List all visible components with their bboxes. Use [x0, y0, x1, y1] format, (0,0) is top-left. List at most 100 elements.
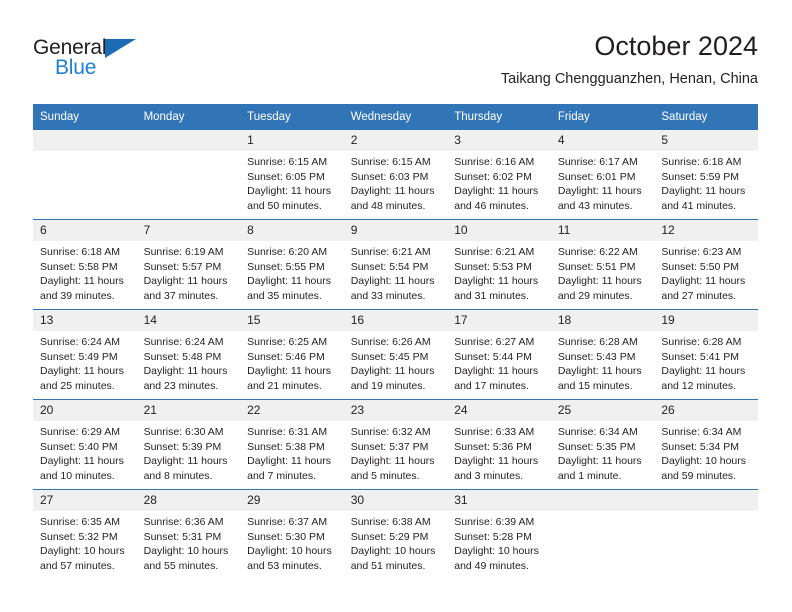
calendar-day-cell[interactable]: 6 Sunrise: 6:18 AM Sunset: 5:58 PM Daylight…: [33, 219, 137, 310]
calendar-day-cell[interactable]: 23 Sunrise: 6:32 AM Sunset: 5:37 PM Dayligh…: [343, 399, 448, 490]
sunset-text: Sunset: 5:40 PM: [40, 440, 118, 453]
calendar-day-cell[interactable]: 11 Sunrise: 6:22 AM Sunset: 5:51 PM Dayligh…: [550, 219, 655, 310]
daylight-text: Daylight: 11 hours: [454, 185, 539, 198]
sunrise-text: Sunrise: 6:24 AM: [143, 336, 224, 348]
calendar-day-cell[interactable]: 31 Sunrise: 6:39 AM Sunset: 5:28 PM Dayligh…: [447, 489, 551, 579]
day-number: 29: [240, 490, 344, 511]
calendar-day-cell[interactable]: 28 Sunrise: 6:36 AM Sunset: 5:31 PM Dayligh…: [136, 489, 241, 579]
title-block: October 2024 Taikang Chengguanzhen, Hena…: [501, 30, 758, 88]
day-details: Sunrise: 6:36 AM Sunset: 5:31 PM Daylight:…: [137, 511, 241, 573]
day-details: Sunrise: 6:19 AM Sunset: 5:57 PM Daylight:…: [137, 241, 241, 303]
sunrise-text: Sunrise: 6:25 AM: [247, 336, 328, 348]
calendar-day-cell[interactable]: 24 Sunrise: 6:33 AM Sunset: 5:36 PM Dayligh…: [447, 399, 551, 490]
calendar-day-cell[interactable]: 19 Sunrise: 6:28 AM Sunset: 5:41 PM Dayligh…: [654, 309, 758, 400]
day-number: [550, 490, 655, 511]
daylight-text: and 29 minutes.: [557, 289, 633, 302]
sunrise-text: Sunrise: 6:26 AM: [350, 336, 431, 348]
daylight-text: Daylight: 11 hours: [454, 455, 539, 468]
sunset-text: Sunset: 5:32 PM: [40, 530, 118, 543]
calendar-day-cell[interactable]: 18 Sunrise: 6:28 AM Sunset: 5:43 PM Dayligh…: [550, 309, 655, 400]
day-number: 7: [136, 220, 241, 241]
daylight-text: and 50 minutes.: [247, 199, 322, 212]
sunset-text: Sunset: 5:49 PM: [40, 350, 118, 363]
calendar-day-cell[interactable]: 25 Sunrise: 6:34 AM Sunset: 5:35 PM Dayligh…: [550, 399, 655, 490]
calendar-day-cell[interactable]: 1 Sunrise: 6:15 AM Sunset: 6:05 PM Daylight…: [240, 130, 344, 220]
calendar-day-cell[interactable]: 29 Sunrise: 6:37 AM Sunset: 5:30 PM Dayligh…: [240, 489, 344, 579]
daylight-text: and 5 minutes.: [350, 469, 420, 482]
sunset-text: Sunset: 5:30 PM: [247, 530, 325, 543]
calendar-day-cell[interactable]: 14 Sunrise: 6:24 AM Sunset: 5:48 PM Dayligh…: [136, 309, 241, 400]
calendar-day-cell[interactable]: 9 Sunrise: 6:21 AM Sunset: 5:54 PM Daylight…: [343, 219, 448, 310]
daylight-text: Daylight: 11 hours: [247, 365, 331, 378]
daylight-text: and 46 minutes.: [454, 199, 529, 212]
sunrise-text: Sunrise: 6:35 AM: [40, 516, 120, 528]
sunset-text: Sunset: 5:36 PM: [454, 440, 532, 453]
calendar-day-cell-empty: [33, 130, 137, 220]
day-number: 28: [136, 490, 241, 511]
daylight-text: and 57 minutes.: [40, 559, 115, 572]
location-subtitle: Taikang Chengguanzhen, Henan, China: [500, 71, 758, 87]
calendar-day-cell[interactable]: 2 Sunrise: 6:15 AM Sunset: 6:03 PM Daylight…: [343, 130, 448, 220]
daylight-text: and 25 minutes.: [40, 379, 115, 392]
calendar-day-cell[interactable]: 20 Sunrise: 6:29 AM Sunset: 5:40 PM Dayligh…: [33, 399, 137, 490]
sunset-text: Sunset: 5:28 PM: [454, 530, 532, 543]
daylight-text: Daylight: 11 hours: [247, 185, 331, 198]
calendar-day-cell[interactable]: 22 Sunrise: 6:31 AM Sunset: 5:38 PM Dayligh…: [240, 399, 344, 490]
calendar-day-cell[interactable]: 16 Sunrise: 6:26 AM Sunset: 5:45 PM Dayligh…: [343, 309, 448, 400]
sunset-text: Sunset: 5:54 PM: [350, 260, 429, 273]
calendar-day-cell[interactable]: 30 Sunrise: 6:38 AM Sunset: 5:29 PM Dayligh…: [343, 489, 448, 579]
daylight-text: Daylight: 10 hours: [350, 545, 436, 558]
day-number: 4: [550, 130, 655, 151]
daylight-text: Daylight: 11 hours: [557, 365, 642, 378]
daylight-text: and 43 minutes.: [557, 199, 633, 212]
sunrise-text: Sunrise: 6:27 AM: [454, 336, 535, 348]
calendar-day-cell[interactable]: 10 Sunrise: 6:21 AM Sunset: 5:53 PM Dayligh…: [447, 219, 551, 310]
calendar-day-cell[interactable]: 5 Sunrise: 6:18 AM Sunset: 5:59 PM Daylight…: [654, 130, 758, 220]
calendar-day-cell[interactable]: 13 Sunrise: 6:24 AM Sunset: 5:49 PM Dayligh…: [33, 309, 137, 400]
daylight-text: and 3 minutes.: [454, 469, 524, 482]
sunrise-text: Sunrise: 6:18 AM: [40, 246, 120, 258]
calendar-day-cell[interactable]: 21 Sunrise: 6:30 AM Sunset: 5:39 PM Dayligh…: [136, 399, 241, 490]
calendar-day-cell[interactable]: 26 Sunrise: 6:34 AM Sunset: 5:34 PM Dayligh…: [654, 399, 758, 490]
daylight-text: Daylight: 10 hours: [40, 545, 125, 558]
daylight-text: and 41 minutes.: [661, 199, 737, 212]
daylight-text: and 55 minutes.: [143, 559, 219, 572]
calendar-day-cell[interactable]: 27 Sunrise: 6:35 AM Sunset: 5:32 PM Dayligh…: [33, 489, 137, 579]
day-number: 16: [343, 310, 448, 331]
calendar-day-cell[interactable]: 3 Sunrise: 6:16 AM Sunset: 6:02 PM Daylight…: [447, 130, 551, 220]
weekday-header-sunday: Sunday: [33, 104, 137, 130]
daylight-text: and 48 minutes.: [350, 199, 426, 212]
sunset-text: Sunset: 5:58 PM: [40, 260, 118, 273]
daylight-text: Daylight: 10 hours: [143, 545, 229, 558]
weekday-header-monday: Monday: [136, 104, 241, 130]
day-details: Sunrise: 6:34 AM Sunset: 5:34 PM Daylight:…: [654, 421, 758, 483]
day-details: Sunrise: 6:24 AM Sunset: 5:48 PM Daylight:…: [137, 331, 241, 393]
daylight-text: and 33 minutes.: [350, 289, 426, 302]
calendar-day-cell[interactable]: 12 Sunrise: 6:23 AM Sunset: 5:50 PM Dayligh…: [654, 219, 758, 310]
sunset-text: Sunset: 5:29 PM: [350, 530, 429, 543]
calendar-body: 1 Sunrise: 6:15 AM Sunset: 6:05 PM Daylight…: [33, 130, 758, 579]
calendar-day-cell[interactable]: 17 Sunrise: 6:27 AM Sunset: 5:44 PM Dayligh…: [447, 309, 551, 400]
day-details: Sunrise: 6:28 AM Sunset: 5:43 PM Daylight:…: [551, 331, 655, 393]
day-number: 25: [550, 400, 655, 421]
calendar-day-cell[interactable]: 15 Sunrise: 6:25 AM Sunset: 5:46 PM Dayligh…: [240, 309, 344, 400]
daylight-text: and 17 minutes.: [454, 379, 529, 392]
calendar-page: General Blue October 2024 Taikang Chengg…: [0, 0, 792, 612]
sunrise-text: Sunrise: 6:39 AM: [454, 516, 535, 528]
weekday-header-row: Sunday Monday Tuesday Wednesday Thursday…: [33, 104, 758, 130]
daylight-text: and 51 minutes.: [350, 559, 426, 572]
sunrise-text: Sunrise: 6:17 AM: [557, 156, 638, 168]
daylight-text: and 8 minutes.: [143, 469, 213, 482]
day-details: Sunrise: 6:31 AM Sunset: 5:38 PM Daylight:…: [240, 421, 344, 483]
sunset-text: Sunset: 6:01 PM: [557, 170, 636, 183]
day-number: 11: [550, 220, 655, 241]
day-number: 3: [447, 130, 551, 151]
day-details: Sunrise: 6:29 AM Sunset: 5:40 PM Daylight:…: [33, 421, 137, 483]
calendar-day-cell[interactable]: 7 Sunrise: 6:19 AM Sunset: 5:57 PM Daylight…: [136, 219, 241, 310]
calendar-day-cell[interactable]: 8 Sunrise: 6:20 AM Sunset: 5:55 PM Daylight…: [240, 219, 344, 310]
day-number: 15: [240, 310, 344, 331]
calendar-day-cell[interactable]: 4 Sunrise: 6:17 AM Sunset: 6:01 PM Daylight…: [550, 130, 655, 220]
sunset-text: Sunset: 5:44 PM: [454, 350, 532, 363]
day-details: Sunrise: 6:23 AM Sunset: 5:50 PM Daylight:…: [654, 241, 758, 303]
logo-triangle-icon: [105, 39, 136, 58]
